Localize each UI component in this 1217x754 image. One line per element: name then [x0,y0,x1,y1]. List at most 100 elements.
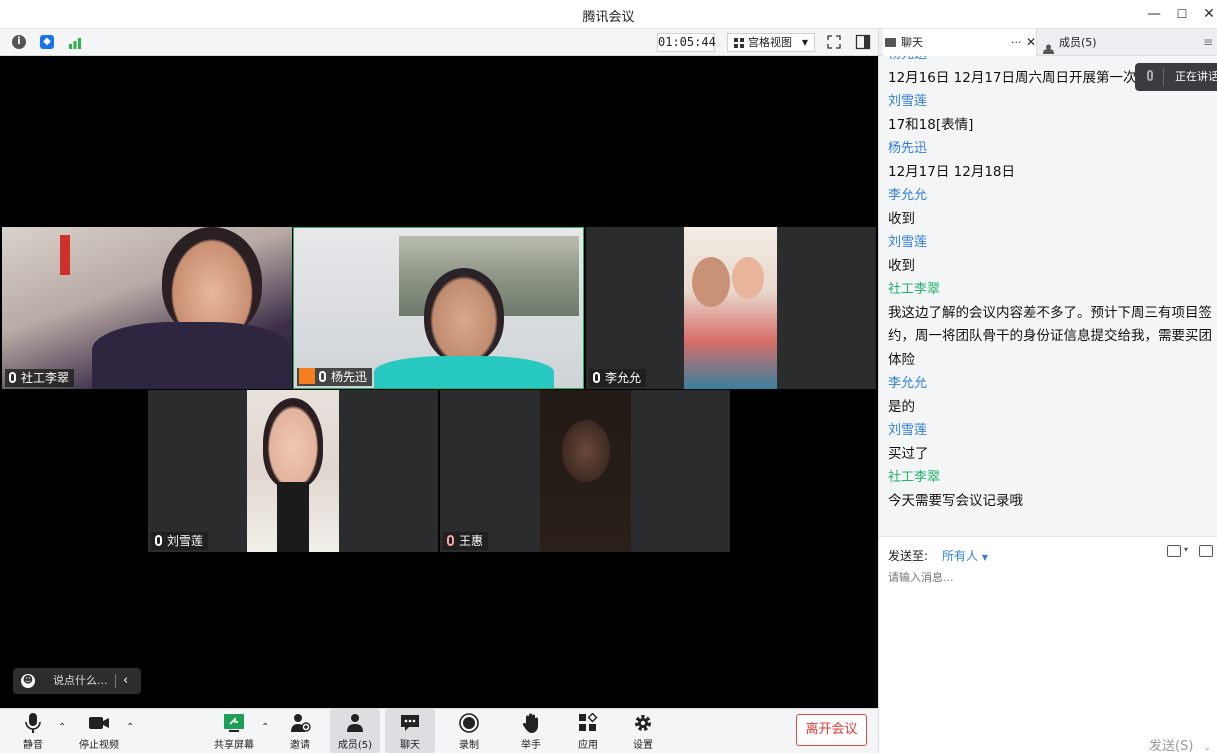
title-bar: 腾讯会议 — ☐ ✕ [0,0,1217,29]
share-screen-button[interactable]: 共享屏幕 [209,709,259,753]
grid-view-icon [734,38,744,48]
video-tile[interactable]: 社工李翠 [2,227,292,389]
participant-video-feed [247,390,339,552]
video-tile[interactable]: 王惠 [440,390,730,552]
minimize-button[interactable]: — [1143,4,1165,24]
chevron-up-icon[interactable]: ⌃ [126,722,134,733]
view-mode-label: 宫格视图 [748,36,792,49]
tab-chat[interactable]: 聊天 ··· ✕ [883,29,1037,56]
message-text: 12月17日 12月18日 [888,163,1016,180]
panel-tabs: 聊天 ··· ✕ 成员(5) ≡ [879,29,1217,56]
tab-members-label: 成员(5) [1059,36,1097,49]
chevron-up-icon[interactable]: ⌃ [58,722,66,733]
participant-face [424,268,504,363]
apps-button[interactable]: 应用 [563,709,613,753]
record-icon [458,713,480,733]
message-text: 收到 [888,210,915,227]
settings-button[interactable]: 设置 [618,709,668,753]
emoji-icon[interactable]: ☻ [21,674,35,688]
send-button-label: 发送(S) [1149,739,1194,754]
folder-icon[interactable] [1167,545,1181,557]
message-sender: 刘雪莲 [888,235,928,250]
chevron-down-icon[interactable]: ▾ [1184,545,1188,554]
stop-video-button[interactable]: 停止视频 [74,709,124,753]
close-button[interactable]: ✕ [1198,4,1217,24]
message-text: 收到 [888,257,915,274]
view-mode-select[interactable]: 宫格视图 ▼ [727,33,815,52]
maximize-button[interactable]: ☐ [1171,4,1193,24]
menu-icon[interactable]: ≡ [1203,29,1217,56]
members-button[interactable]: 成员(5) [330,709,380,753]
send-to-value: 所有人 [942,549,979,563]
wall-decoration [60,235,70,275]
user-icon [344,713,366,733]
tab-chat-label: 聊天 [901,36,923,49]
meeting-toolbar: i ◆ 01:05:44 宫格视图 ▼ [0,29,878,56]
stop-video-label: 停止视频 [79,740,119,751]
hand-icon [520,713,542,733]
fullscreen-icon[interactable] [826,34,842,50]
chat-button[interactable]: 聊天 [385,709,435,753]
microphone-icon [22,713,44,733]
tab-members[interactable]: 成员(5) [1041,29,1151,56]
participant-face [562,420,610,482]
meeting-timer: 01:05:44 [657,33,716,52]
app-title: 腾讯会议 [582,10,635,25]
shield-icon[interactable]: ◆ [40,35,54,49]
message-sender: 刘雪莲 [888,94,928,109]
message-input[interactable] [888,567,1208,587]
participant-name-tag: 杨先迅 [297,368,373,386]
collapse-icon[interactable]: ‹ [123,668,128,694]
info-icon[interactable]: i [12,35,26,49]
participant-name: 社工李翠 [21,371,70,385]
participant-video-feed [540,390,631,552]
video-tile[interactable]: 李允允 [586,227,876,389]
chevron-down-icon: ▼ [981,553,988,562]
speaking-label: 正在讲话 [1175,70,1217,83]
record-button[interactable]: 录制 [444,709,494,753]
mic-muted-icon [447,535,454,546]
divider [1163,68,1164,86]
mic-icon [155,535,162,546]
screenshot-icon[interactable] [1199,545,1213,557]
video-grid: 社工李翠 杨先迅 李允允 刘雪莲 王惠 ☻ 说点什么... ‹ [0,56,878,708]
chat-panel: 聊天 ··· ✕ 成员(5) ≡ 杨先迅 12月16日 12月17日周六周日开展… [878,29,1217,754]
participant-name-tag: 李允允 [589,369,647,387]
add-user-icon [289,713,311,733]
message-sender: 李允允 [888,188,928,203]
share-screen-label: 共享屏幕 [214,740,254,751]
video-tile-active-speaker[interactable]: 杨先迅 [293,227,584,389]
participant-body [92,322,292,389]
chevron-down-icon: ▼ [801,38,808,47]
participant-body [277,482,309,552]
message-sender: 杨先迅 [888,141,928,156]
participant-name: 刘雪莲 [167,534,204,548]
more-icon[interactable]: ··· [1011,29,1022,56]
send-button[interactable]: 发送(S) ⌄ [1149,735,1211,754]
reaction-input[interactable]: ☻ 说点什么... ‹ [13,668,141,694]
invite-button[interactable]: 邀请 [275,709,325,753]
close-icon[interactable]: ✕ [1026,29,1036,56]
share-screen-icon [223,713,245,733]
sidebar-toggle-icon[interactable] [855,34,871,50]
mute-label: 静音 [23,740,43,751]
divider [115,674,116,688]
camera-icon [88,713,110,733]
message-text: 是的 [888,398,915,415]
video-tile[interactable]: 刘雪莲 [148,390,438,552]
participant-name: 李允允 [605,371,642,385]
raise-hand-button[interactable]: 举手 [506,709,556,753]
message-text: 今天需要写会议记录哦 [888,492,1023,509]
participant-face [263,398,323,488]
participant-name-tag: 刘雪莲 [151,532,209,550]
message-sender: 李允允 [888,376,928,391]
participant-name-tag: 社工李翠 [5,369,75,387]
signal-icon[interactable] [68,35,82,49]
leave-meeting-button[interactable]: 离开会议 [796,714,867,746]
participant-face [692,257,730,307]
send-to-select[interactable]: 所有人 ▼ [942,547,988,564]
participant-face [162,227,262,337]
mute-button[interactable]: 静音 [8,709,58,753]
bottom-toolbar: 静音 ⌃ 停止视频 ⌃ 共享屏幕 ⌃ 邀请 成员(5) 聊天 录制 举手 应用 … [0,708,878,753]
chevron-up-icon[interactable]: ⌃ [261,722,269,733]
